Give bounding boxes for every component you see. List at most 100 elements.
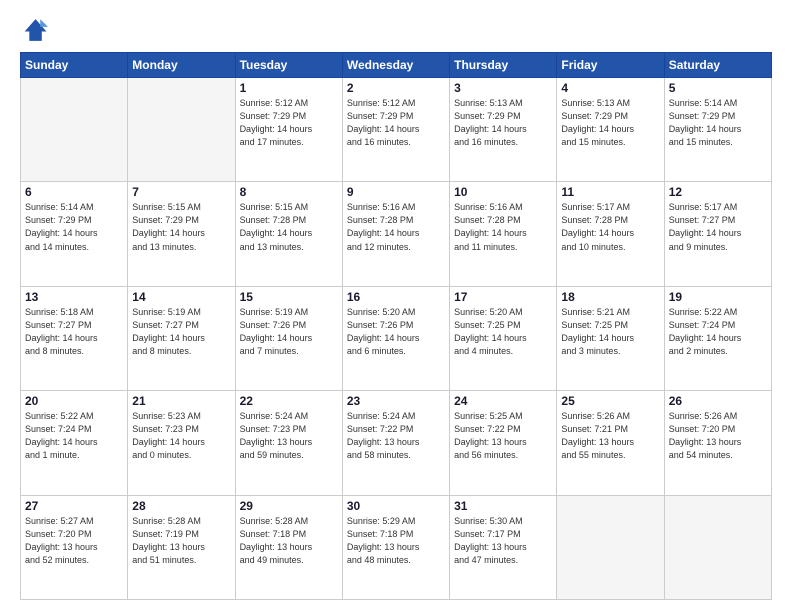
day-cell: 5 Sunrise: 5:14 AM Sunset: 7:29 PM Daylig…: [664, 78, 771, 182]
day-info: Sunrise: 5:22 AM Sunset: 7:24 PM Dayligh…: [25, 410, 123, 462]
day-info: Sunrise: 5:16 AM Sunset: 7:28 PM Dayligh…: [454, 201, 552, 253]
day-header-saturday: Saturday: [664, 53, 771, 78]
day-number: 31: [454, 499, 552, 513]
day-cell: 4Sunrise: 5:13 AM Sunset: 7:29 PM Daylig…: [557, 78, 664, 182]
day-cell: [557, 495, 664, 599]
day-cell: 6 Sunrise: 5:14 AM Sunset: 7:29 PM Daylig…: [21, 182, 128, 286]
day-number: 2: [347, 81, 445, 95]
week-row-4: 27Sunrise: 5:27 AM Sunset: 7:20 PM Dayli…: [21, 495, 772, 599]
day-cell: 28 Sunrise: 5:28 AM Sunset: 7:19 PM Dayli…: [128, 495, 235, 599]
day-cell: 26 Sunrise: 5:26 AM Sunset: 7:20 PM Dayli…: [664, 391, 771, 495]
day-info: Sunrise: 5:21 AM Sunset: 7:25 PM Dayligh…: [561, 306, 659, 358]
day-number: 1: [240, 81, 338, 95]
day-number: 15: [240, 290, 338, 304]
day-info: Sunrise: 5:30 AM Sunset: 7:17 PM Dayligh…: [454, 515, 552, 567]
day-info: Sunrise: 5:28 AM Sunset: 7:19 PM Dayligh…: [132, 515, 230, 567]
day-cell: 9 Sunrise: 5:16 AM Sunset: 7:28 PM Daylig…: [342, 182, 449, 286]
day-number: 3: [454, 81, 552, 95]
day-number: 18: [561, 290, 659, 304]
day-cell: 24Sunrise: 5:25 AM Sunset: 7:22 PM Dayli…: [450, 391, 557, 495]
day-cell: 19 Sunrise: 5:22 AM Sunset: 7:24 PM Dayli…: [664, 286, 771, 390]
day-cell: 8 Sunrise: 5:15 AM Sunset: 7:28 PM Daylig…: [235, 182, 342, 286]
day-number: 25: [561, 394, 659, 408]
day-number: 22: [240, 394, 338, 408]
week-row-3: 20 Sunrise: 5:22 AM Sunset: 7:24 PM Dayli…: [21, 391, 772, 495]
page: SundayMondayTuesdayWednesdayThursdayFrid…: [0, 0, 792, 612]
day-number: 7: [132, 185, 230, 199]
day-number: 13: [25, 290, 123, 304]
day-number: 14: [132, 290, 230, 304]
day-number: 6: [25, 185, 123, 199]
day-info: Sunrise: 5:19 AM Sunset: 7:26 PM Dayligh…: [240, 306, 338, 358]
days-of-week-row: SundayMondayTuesdayWednesdayThursdayFrid…: [21, 53, 772, 78]
day-cell: 13 Sunrise: 5:18 AM Sunset: 7:27 PM Dayli…: [21, 286, 128, 390]
calendar-table: SundayMondayTuesdayWednesdayThursdayFrid…: [20, 52, 772, 600]
day-cell: 2 Sunrise: 5:12 AM Sunset: 7:29 PM Daylig…: [342, 78, 449, 182]
day-info: Sunrise: 5:12 AM Sunset: 7:29 PM Dayligh…: [240, 97, 338, 149]
day-number: 28: [132, 499, 230, 513]
day-info: Sunrise: 5:29 AM Sunset: 7:18 PM Dayligh…: [347, 515, 445, 567]
day-cell: [21, 78, 128, 182]
day-info: Sunrise: 5:15 AM Sunset: 7:28 PM Dayligh…: [240, 201, 338, 253]
day-cell: 30 Sunrise: 5:29 AM Sunset: 7:18 PM Dayli…: [342, 495, 449, 599]
day-number: 5: [669, 81, 767, 95]
day-info: Sunrise: 5:13 AM Sunset: 7:29 PM Dayligh…: [454, 97, 552, 149]
day-info: Sunrise: 5:14 AM Sunset: 7:29 PM Dayligh…: [25, 201, 123, 253]
day-info: Sunrise: 5:24 AM Sunset: 7:22 PM Dayligh…: [347, 410, 445, 462]
day-cell: 17Sunrise: 5:20 AM Sunset: 7:25 PM Dayli…: [450, 286, 557, 390]
day-cell: 16Sunrise: 5:20 AM Sunset: 7:26 PM Dayli…: [342, 286, 449, 390]
day-cell: 29 Sunrise: 5:28 AM Sunset: 7:18 PM Dayli…: [235, 495, 342, 599]
day-cell: 3 Sunrise: 5:13 AM Sunset: 7:29 PM Daylig…: [450, 78, 557, 182]
day-cell: 31 Sunrise: 5:30 AM Sunset: 7:17 PM Dayli…: [450, 495, 557, 599]
day-info: Sunrise: 5:12 AM Sunset: 7:29 PM Dayligh…: [347, 97, 445, 149]
day-header-wednesday: Wednesday: [342, 53, 449, 78]
day-info: Sunrise: 5:17 AM Sunset: 7:27 PM Dayligh…: [669, 201, 767, 253]
day-number: 19: [669, 290, 767, 304]
day-cell: 7 Sunrise: 5:15 AM Sunset: 7:29 PM Daylig…: [128, 182, 235, 286]
day-info: Sunrise: 5:26 AM Sunset: 7:21 PM Dayligh…: [561, 410, 659, 462]
day-header-thursday: Thursday: [450, 53, 557, 78]
day-number: 9: [347, 185, 445, 199]
day-number: 11: [561, 185, 659, 199]
day-cell: [128, 78, 235, 182]
week-row-0: 1 Sunrise: 5:12 AM Sunset: 7:29 PM Daylig…: [21, 78, 772, 182]
week-row-2: 13 Sunrise: 5:18 AM Sunset: 7:27 PM Dayli…: [21, 286, 772, 390]
logo: [20, 16, 52, 44]
day-cell: 14 Sunrise: 5:19 AM Sunset: 7:27 PM Dayli…: [128, 286, 235, 390]
day-header-friday: Friday: [557, 53, 664, 78]
day-info: Sunrise: 5:22 AM Sunset: 7:24 PM Dayligh…: [669, 306, 767, 358]
day-number: 24: [454, 394, 552, 408]
calendar-header: SundayMondayTuesdayWednesdayThursdayFrid…: [21, 53, 772, 78]
day-info: Sunrise: 5:16 AM Sunset: 7:28 PM Dayligh…: [347, 201, 445, 253]
day-number: 27: [25, 499, 123, 513]
day-info: Sunrise: 5:15 AM Sunset: 7:29 PM Dayligh…: [132, 201, 230, 253]
day-cell: 1 Sunrise: 5:12 AM Sunset: 7:29 PM Daylig…: [235, 78, 342, 182]
day-info: Sunrise: 5:18 AM Sunset: 7:27 PM Dayligh…: [25, 306, 123, 358]
day-cell: 25 Sunrise: 5:26 AM Sunset: 7:21 PM Dayli…: [557, 391, 664, 495]
day-number: 8: [240, 185, 338, 199]
day-cell: 11 Sunrise: 5:17 AM Sunset: 7:28 PM Dayli…: [557, 182, 664, 286]
day-number: 4: [561, 81, 659, 95]
day-info: Sunrise: 5:19 AM Sunset: 7:27 PM Dayligh…: [132, 306, 230, 358]
day-cell: 18 Sunrise: 5:21 AM Sunset: 7:25 PM Dayli…: [557, 286, 664, 390]
day-number: 20: [25, 394, 123, 408]
day-info: Sunrise: 5:14 AM Sunset: 7:29 PM Dayligh…: [669, 97, 767, 149]
day-cell: 15 Sunrise: 5:19 AM Sunset: 7:26 PM Dayli…: [235, 286, 342, 390]
day-header-tuesday: Tuesday: [235, 53, 342, 78]
day-number: 29: [240, 499, 338, 513]
day-cell: [664, 495, 771, 599]
day-info: Sunrise: 5:20 AM Sunset: 7:26 PM Dayligh…: [347, 306, 445, 358]
week-row-1: 6 Sunrise: 5:14 AM Sunset: 7:29 PM Daylig…: [21, 182, 772, 286]
day-number: 23: [347, 394, 445, 408]
header: [20, 16, 772, 44]
day-info: Sunrise: 5:26 AM Sunset: 7:20 PM Dayligh…: [669, 410, 767, 462]
day-number: 30: [347, 499, 445, 513]
day-info: Sunrise: 5:24 AM Sunset: 7:23 PM Dayligh…: [240, 410, 338, 462]
logo-icon: [20, 16, 48, 44]
day-number: 26: [669, 394, 767, 408]
day-info: Sunrise: 5:28 AM Sunset: 7:18 PM Dayligh…: [240, 515, 338, 567]
day-info: Sunrise: 5:20 AM Sunset: 7:25 PM Dayligh…: [454, 306, 552, 358]
day-info: Sunrise: 5:17 AM Sunset: 7:28 PM Dayligh…: [561, 201, 659, 253]
day-cell: 12Sunrise: 5:17 AM Sunset: 7:27 PM Dayli…: [664, 182, 771, 286]
day-info: Sunrise: 5:23 AM Sunset: 7:23 PM Dayligh…: [132, 410, 230, 462]
